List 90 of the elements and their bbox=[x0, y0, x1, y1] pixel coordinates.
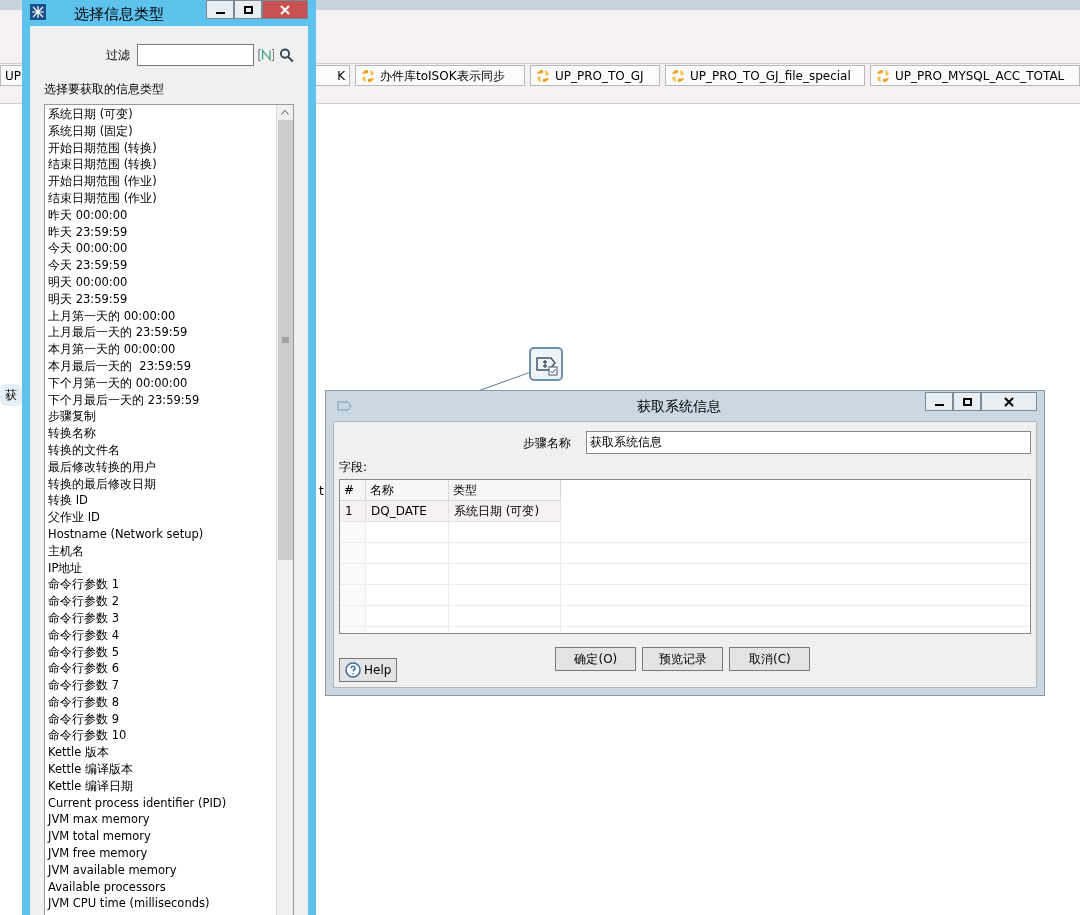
search-icon[interactable] bbox=[279, 47, 294, 63]
step-label: 获 bbox=[0, 384, 22, 406]
list-item[interactable]: 下个月第一天的 00:00:00 bbox=[48, 374, 276, 392]
list-item[interactable]: JVM available memory bbox=[48, 861, 276, 879]
list-item[interactable]: 转换的文件名 bbox=[48, 441, 276, 459]
list-item[interactable]: 明天 23:59:59 bbox=[48, 290, 276, 308]
column-header[interactable]: 名称 bbox=[366, 480, 449, 501]
step-small-icon bbox=[337, 399, 353, 413]
list-item[interactable]: 结束日期范围 (转换) bbox=[48, 156, 276, 174]
step-label: t bbox=[319, 483, 324, 500]
column-header[interactable]: 类型 bbox=[449, 480, 561, 501]
list-item[interactable]: Kettle 版本 bbox=[48, 744, 276, 762]
list-item[interactable]: 命令行参数 9 bbox=[48, 710, 276, 728]
list-item[interactable]: 明天 00:00:00 bbox=[48, 273, 276, 291]
list-item[interactable]: Kettle 编译日期 bbox=[48, 777, 276, 795]
maximize-button[interactable] bbox=[234, 0, 262, 19]
fields-label: 字段: bbox=[339, 459, 369, 476]
transformation-icon bbox=[535, 67, 551, 84]
list-item[interactable]: 命令行参数 6 bbox=[48, 660, 276, 678]
list-item[interactable]: 转换名称 bbox=[48, 425, 276, 442]
step-icon[interactable] bbox=[529, 347, 563, 381]
list-item[interactable]: 步骤复制 bbox=[48, 408, 276, 426]
filter-field[interactable] bbox=[136, 44, 254, 66]
list-item[interactable]: Current process identifier (PID) bbox=[48, 794, 276, 812]
file-tab[interactable]: UP_PRO_TO_GJ_file_special bbox=[665, 65, 865, 86]
list-item[interactable]: IP地址 bbox=[48, 559, 276, 577]
help-button[interactable]: Help bbox=[339, 658, 398, 682]
maximize-button[interactable] bbox=[953, 392, 981, 411]
list-item[interactable]: 命令行参数 3 bbox=[48, 609, 276, 627]
dialog-button[interactable]: 预览记录 bbox=[642, 647, 724, 671]
scroll-thumb[interactable] bbox=[277, 120, 293, 560]
list-item[interactable]: 上月第一天的 00:00:00 bbox=[48, 307, 276, 325]
app-icon bbox=[30, 4, 46, 20]
file-tab[interactable]: UP_PRO_MYSQL_ACC_TOTAL bbox=[870, 65, 1080, 86]
transformation-icon bbox=[670, 67, 686, 84]
dialog-title: 获取系统信息 bbox=[636, 396, 722, 416]
file-tab[interactable]: UP_PRO_TO_GJ bbox=[530, 65, 660, 86]
list-item[interactable]: 结束日期范围 (作业) bbox=[48, 190, 276, 207]
step-name-label: 步骤名称 bbox=[523, 434, 572, 452]
list-item[interactable]: JVM total memory bbox=[48, 828, 276, 846]
list-item[interactable]: 昨天 00:00:00 bbox=[48, 206, 276, 224]
list-item[interactable]: Available processors bbox=[48, 878, 276, 896]
list-item[interactable]: 本月第一天的 00:00:00 bbox=[48, 341, 276, 358]
list-item[interactable]: 系统日期 (可变) bbox=[48, 106, 276, 123]
scroll-up-icon bbox=[281, 110, 289, 115]
help-icon bbox=[345, 662, 361, 678]
list-item[interactable]: 最后修改转换的用户 bbox=[48, 458, 276, 476]
table-cell: 系统日期 (可变) bbox=[449, 501, 561, 522]
list-item[interactable]: 命令行参数 4 bbox=[48, 626, 276, 644]
list-item[interactable]: 开始日期范围 (作业) bbox=[48, 173, 276, 190]
file-tab[interactable]: 办件库toISOK表示同步 bbox=[355, 65, 525, 86]
list-item[interactable]: 父作业 ID bbox=[48, 509, 276, 526]
dialog-title: 选择信息类型 bbox=[74, 4, 164, 25]
list-item[interactable]: 开始日期范围 (转换) bbox=[48, 139, 276, 157]
column-header[interactable]: # bbox=[340, 480, 366, 501]
list-item[interactable]: 命令行参数 10 bbox=[48, 727, 276, 745]
list-item[interactable]: Hostname (Network setup) bbox=[48, 525, 276, 543]
list-item[interactable]: 转换 ID bbox=[48, 492, 276, 510]
table-cell: DQ_DATE bbox=[366, 501, 449, 522]
dialog-button[interactable]: 取消(C) bbox=[729, 647, 811, 671]
list-item[interactable]: 命令行参数 2 bbox=[48, 593, 276, 610]
list-item[interactable]: 今天 23:59:59 bbox=[48, 257, 276, 274]
list-item[interactable]: 本月最后一天的 23:59:59 bbox=[48, 357, 276, 375]
close-button[interactable] bbox=[981, 392, 1037, 411]
filter-label: 过滤 bbox=[106, 47, 131, 64]
transformation-icon bbox=[360, 67, 376, 84]
list-item[interactable]: JVM free memory bbox=[48, 845, 276, 862]
list-item[interactable]: 命令行参数 8 bbox=[48, 693, 276, 711]
list-item[interactable]: 昨天 23:59:59 bbox=[48, 223, 276, 241]
list-item[interactable]: 系统日期 (固定) bbox=[48, 122, 276, 140]
list-item[interactable]: 今天 00:00:00 bbox=[48, 240, 276, 258]
close-icon bbox=[1004, 396, 1014, 407]
table-cell: 1 bbox=[340, 501, 366, 522]
transformation-icon bbox=[875, 67, 891, 84]
list-item[interactable]: 命令行参数 1 bbox=[48, 576, 276, 594]
list-item[interactable]: 转换的最后修改日期 bbox=[48, 475, 276, 493]
minimize-button[interactable] bbox=[206, 0, 234, 19]
list-item[interactable]: 主机名 bbox=[48, 542, 276, 560]
list-label: 选择要获取的信息类型 bbox=[44, 81, 165, 98]
dialog-button[interactable]: 确定(O) bbox=[555, 647, 637, 671]
close-icon bbox=[280, 4, 290, 15]
list-item[interactable]: Kettle 编译版本 bbox=[48, 761, 276, 778]
list-item[interactable]: 上月最后一天的 23:59:59 bbox=[48, 324, 276, 342]
minimize-button[interactable] bbox=[925, 392, 953, 411]
list-item[interactable]: 下个月最后一天的 23:59:59 bbox=[48, 391, 276, 409]
list-item[interactable]: JVM CPU time (milliseconds) bbox=[48, 895, 276, 913]
list-item[interactable]: 命令行参数 7 bbox=[48, 677, 276, 694]
step-name-field[interactable]: 获取系统信息 bbox=[586, 431, 1031, 454]
list-item[interactable]: 命令行参数 5 bbox=[48, 643, 276, 661]
list-item[interactable]: JVM max memory bbox=[48, 811, 276, 829]
